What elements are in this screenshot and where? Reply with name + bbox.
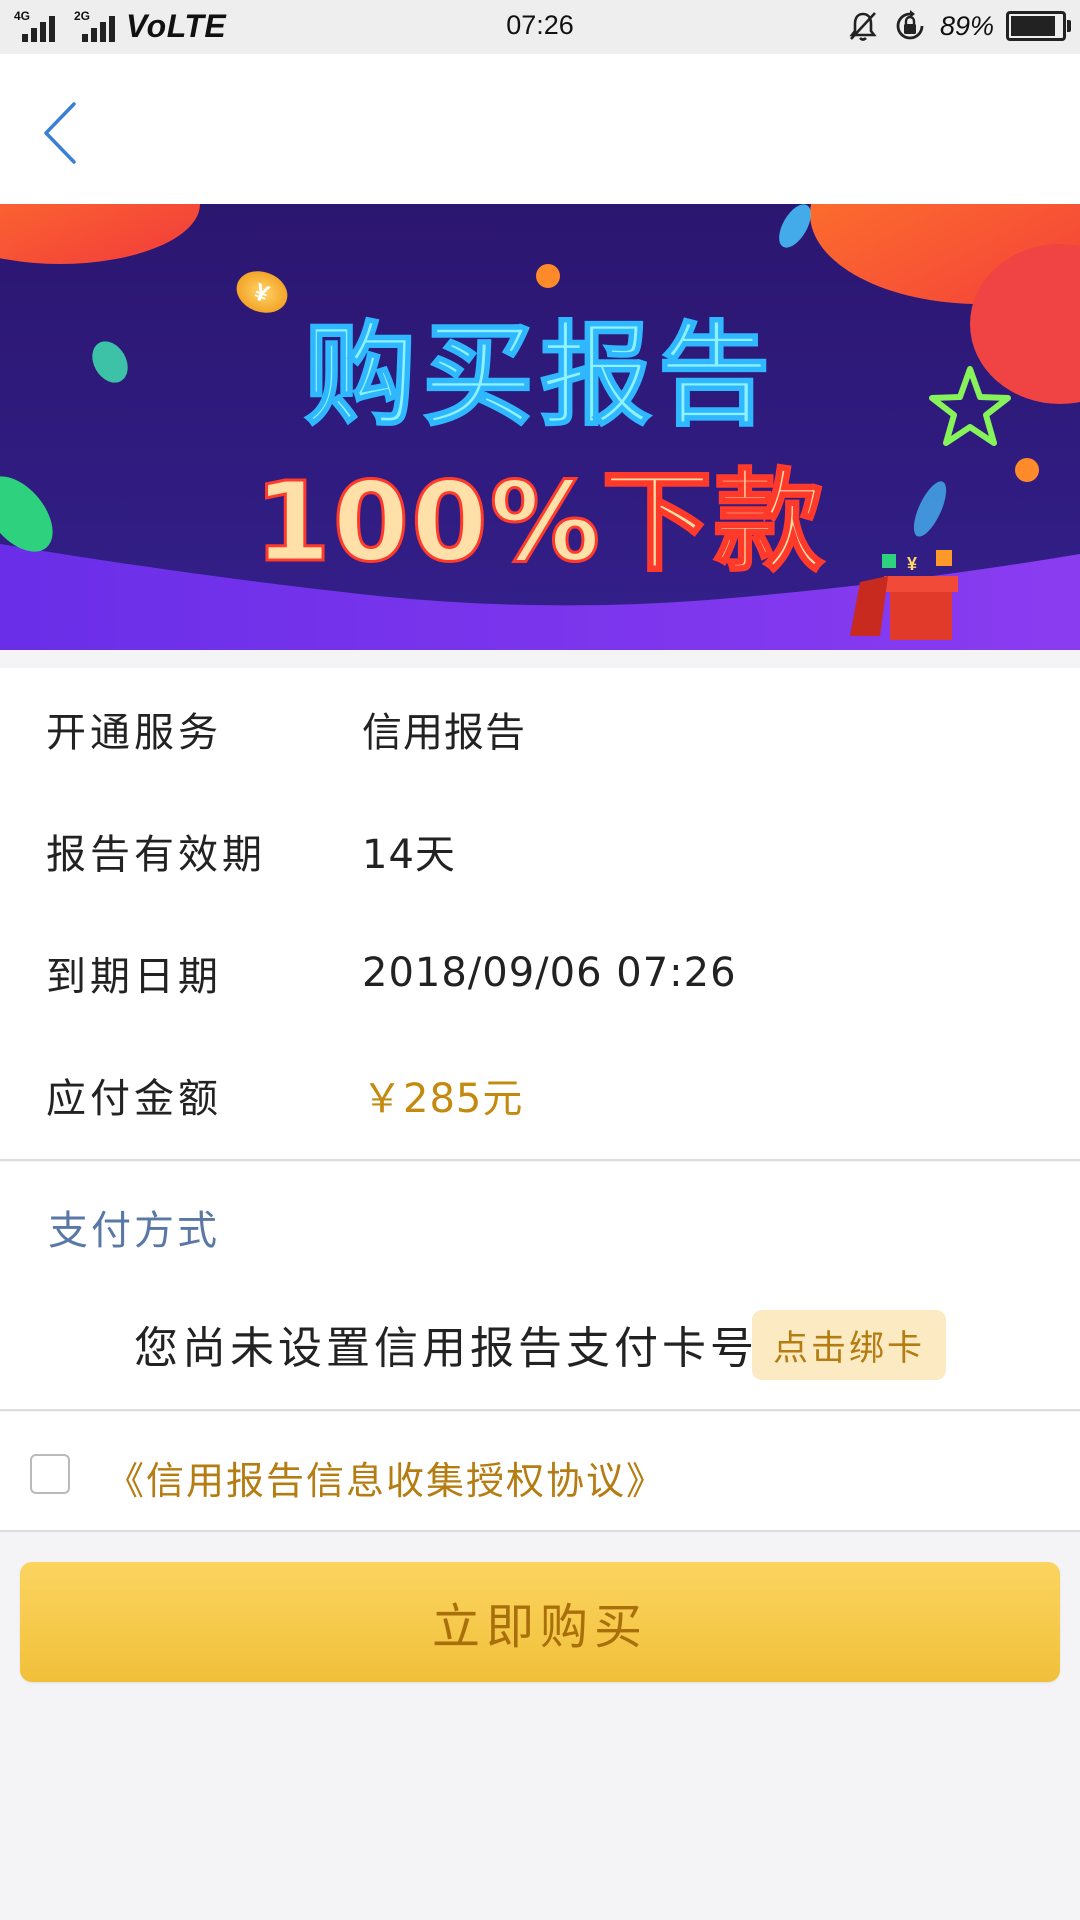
divider	[0, 1530, 1080, 1532]
info-row-amount: 应付金额 ￥285元	[0, 1034, 1080, 1156]
status-bar: 4G 2G VoLTE 07:26 89%	[0, 0, 1080, 54]
bind-card-button[interactable]: 点击绑卡	[752, 1310, 946, 1380]
order-info: 开通服务 信用报告 报告有效期 14天 到期日期 2018/09/06 07:2…	[0, 668, 1080, 1160]
rotation-lock-icon	[896, 10, 924, 40]
service-label: 开通服务	[46, 710, 222, 756]
buy-now-button[interactable]: 立即购买	[20, 1562, 1060, 1682]
status-right-group: 89%	[846, 8, 1071, 44]
banner-title: 购买报告	[304, 311, 776, 441]
agreement-link[interactable]: 《信用报告信息收集授权协议》	[106, 1450, 666, 1505]
validity-value: 14天	[362, 832, 456, 878]
expiry-label: 到期日期	[46, 954, 222, 1000]
chevron-left-icon	[44, 102, 76, 164]
divider	[0, 1409, 1080, 1411]
agreement-checkbox[interactable]	[30, 1454, 70, 1494]
service-value: 信用报告	[362, 710, 526, 756]
expiry-value: 2018/09/06 07:26	[362, 950, 737, 996]
nav-bar	[0, 54, 1080, 204]
agreement-row: 《信用报告信息收集授权协议》	[0, 1412, 1080, 1530]
bell-mute-icon	[849, 12, 877, 41]
divider	[0, 1159, 1080, 1161]
back-button[interactable]	[38, 98, 88, 168]
validity-label: 报告有效期	[46, 832, 266, 878]
amount-value: ￥285元	[362, 1076, 524, 1122]
promo-banner: ¥ ¥ 购买报告 100%下款	[0, 204, 1080, 650]
payment-section: 支付方式 您尚未设置信用报告支付卡号 点击绑卡	[0, 1162, 1080, 1410]
battery-percent: 89%	[939, 10, 994, 41]
info-row-expiry: 到期日期 2018/09/06 07:26	[0, 912, 1080, 1034]
info-row-validity: 报告有效期 14天	[0, 790, 1080, 912]
banner-subtitle: 100%下款	[254, 458, 826, 586]
battery-level-fill	[1011, 16, 1056, 36]
payment-method-title: 支付方式	[48, 1208, 220, 1254]
banner-illustration: ¥ ¥ 购买报告 100%下款	[0, 204, 1080, 650]
battery-icon	[1006, 11, 1071, 41]
svg-text:¥: ¥	[907, 554, 917, 574]
amount-label: 应付金额	[46, 1076, 222, 1122]
payment-card-message: 您尚未设置信用报告支付卡号	[134, 1323, 758, 1374]
info-row-service: 开通服务 信用报告	[0, 668, 1080, 790]
